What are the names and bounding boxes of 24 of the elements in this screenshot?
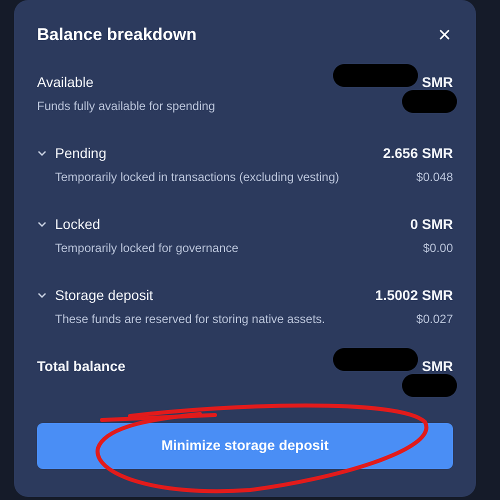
- dialog-title: Balance breakdown: [37, 24, 197, 46]
- fiat-amount: $0.027: [416, 310, 453, 328]
- balance-label: Pending: [55, 144, 106, 163]
- chevron-icon[interactable]: [37, 220, 47, 228]
- fiat-amount: $0.00: [422, 240, 453, 256]
- balance-label: Available: [37, 72, 94, 92]
- balance-label: Total balance: [37, 356, 126, 376]
- balance-description: Temporarily locked for governance: [55, 240, 238, 256]
- redaction-mark: [402, 374, 457, 396]
- balance-description: These funds are reserved for storing native assets.: [55, 310, 326, 328]
- balance-amount: 0 SMR: [410, 214, 453, 234]
- balance-label: Storage deposit: [55, 286, 154, 305]
- close-button[interactable]: ×: [436, 24, 453, 46]
- balance-description: Funds fully available for spending: [37, 98, 216, 114]
- redaction-mark: [402, 90, 457, 112]
- balance-amount: SMR: [422, 72, 453, 92]
- balance-amount: SMR: [422, 356, 453, 376]
- balance-label: Locked: [55, 214, 100, 234]
- chevron-icon[interactable]: [37, 292, 47, 298]
- balance-description: Temporarily locked in transactions (excluding vesting): [55, 168, 340, 186]
- fiat-amount: $0.048: [416, 168, 453, 186]
- chevron-icon[interactable]: [37, 150, 47, 156]
- balance-amount: 2.656 SMR: [382, 144, 453, 162]
- balance-amount: 1.5002 SMR: [375, 286, 453, 304]
